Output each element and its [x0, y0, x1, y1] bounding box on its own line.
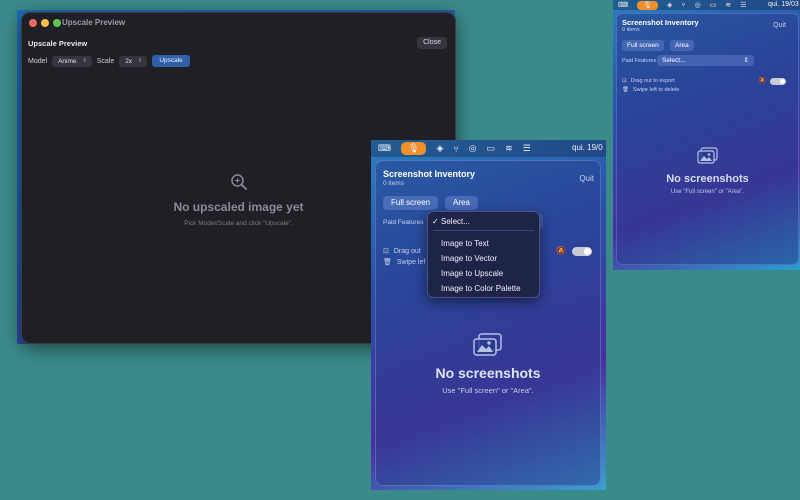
hint-swipe-text: Swipe left to delete — [632, 87, 680, 93]
quit-button[interactable]: Quit — [579, 174, 594, 183]
cube-icon[interactable]: ◈ — [436, 143, 443, 154]
hint-drag: ⊡ Drag out — [383, 247, 421, 256]
notifications-toggle[interactable] — [770, 78, 786, 85]
bell-slash-icon: 🔕 — [758, 78, 766, 84]
updown-chevron-icon: ⇕ — [743, 57, 749, 64]
trash-icon: 🗑 — [622, 87, 629, 93]
hint-swipe-text: Swipe lef — [396, 258, 426, 266]
airdrop-icon[interactable]: ◎ — [695, 1, 701, 9]
updown-chevron-icon: ⇕ — [82, 57, 87, 64]
gamepad-icon[interactable]: ⌨ — [378, 143, 391, 154]
popover-title: Screenshot Inventory — [622, 18, 699, 27]
empty-state-small: No screenshots Use "Full screen" or "Are… — [617, 147, 798, 195]
magnifier-sparkle-icon — [230, 174, 247, 190]
photos-icon — [473, 333, 502, 356]
menu-bar-icons-small: ⌨ 🎙 ◈ ⑂ ◎ ▭ ≋ ☰ — [618, 0, 746, 10]
menu-separator — [433, 230, 534, 231]
upscale-header: Upscale Preview — [28, 39, 88, 48]
menu-item-image-to-text[interactable]: Image to Text — [441, 239, 489, 248]
menu-bar-icons: ⌨ 🎙 ◈ ⑂ ◎ ▭ ≋ ☰ — [378, 140, 531, 157]
popover-title: Screenshot Inventory — [383, 169, 476, 179]
paid-features-select-value: Select... — [662, 57, 686, 64]
cube-icon[interactable]: ◈ — [667, 1, 672, 9]
empty-hint: Use "Full screen" or "Area". — [442, 386, 534, 395]
full-screen-button[interactable]: Full screen — [622, 40, 664, 51]
menu-item-image-to-color-palette[interactable]: Image to Color Palette — [441, 284, 521, 293]
control-center-icon[interactable]: ☰ — [740, 1, 746, 9]
bell-slash-icon: 🔕 — [556, 246, 566, 255]
menu-item-image-to-upscale[interactable]: Image to Upscale — [441, 269, 503, 278]
scale-label: Scale — [96, 57, 115, 65]
wifi-icon[interactable]: ≋ — [725, 1, 731, 9]
photos-icon — [696, 147, 718, 164]
minimize-window-button[interactable] — [41, 19, 49, 27]
item-count: 0 items — [383, 180, 404, 187]
inventory-popover-small: Screenshot Inventory 0 items Quit Full s… — [616, 13, 799, 265]
menu-item-select[interactable]: Select... — [441, 217, 470, 226]
window-title: Upscale Preview — [62, 18, 126, 27]
zoom-window-button[interactable] — [53, 19, 61, 27]
model-select[interactable]: Anime ⇕ — [52, 55, 92, 67]
menu-item-image-to-vector[interactable]: Image to Vector — [441, 254, 497, 263]
model-select-value: Anime — [58, 57, 77, 65]
menu-bar-date-small[interactable]: qui. 19/03 — [768, 0, 799, 10]
trash-icon: 🗑 — [383, 259, 392, 266]
empty-hint: Use "Full screen" or "Area". — [670, 189, 745, 195]
hint-swipe: 🗑 Swipe left to delete — [622, 87, 679, 93]
model-label: Model — [28, 57, 48, 65]
full-screen-button[interactable]: Full screen — [383, 196, 439, 210]
notifications-toggle[interactable] — [572, 247, 592, 256]
updown-chevron-icon: ⇕ — [138, 57, 143, 64]
wifi-icon[interactable]: ≋ — [505, 143, 513, 154]
battery-icon[interactable]: ▭ — [710, 1, 717, 9]
close-button[interactable]: Close — [417, 37, 447, 49]
item-count: 0 items — [622, 27, 640, 33]
hint-drag-text: Drag out — [393, 247, 421, 255]
inventory-popover: Screenshot Inventory 0 items Quit Full s… — [375, 160, 601, 486]
window-titlebar[interactable]: Upscale Preview — [22, 13, 455, 33]
export-icon: ⊡ — [622, 78, 627, 84]
hint-drag: ⊡ Drag out to export — [622, 78, 675, 84]
menu-bar-date[interactable]: qui. 19/0 — [572, 143, 603, 152]
empty-title: No screenshots — [666, 173, 749, 185]
upscale-controls: Model Anime ⇕ Scale 2x ⇕ Upscale — [28, 55, 190, 67]
checkmark-icon: ✓ — [432, 217, 439, 226]
hint-swipe: 🗑 Swipe lef — [383, 258, 426, 267]
paid-features-label: Paid Features — [383, 219, 424, 226]
empty-title: No screenshots — [435, 365, 541, 381]
upscale-button[interactable]: Upscale — [152, 55, 190, 67]
scale-select-value: 2x — [125, 57, 133, 65]
scale-select[interactable]: 2x ⇕ — [119, 55, 148, 67]
hint-drag-text: Drag out to export — [630, 78, 675, 84]
area-button[interactable]: Area — [445, 196, 478, 210]
control-center-icon[interactable]: ☰ — [523, 143, 531, 154]
empty-state: No screenshots Use "Full screen" or "Are… — [376, 333, 600, 395]
quit-button[interactable]: Quit — [773, 22, 786, 29]
microphone-icon[interactable]: 🎙 — [401, 142, 427, 155]
fork-icon[interactable]: ⑂ — [453, 144, 458, 154]
paid-features-label: Paid Features — [622, 58, 657, 64]
paid-features-menu: ✓ Select... Image to Text Image to Vecto… — [427, 211, 540, 298]
export-icon: ⊡ — [383, 248, 389, 255]
gamepad-icon[interactable]: ⌨ — [618, 1, 628, 9]
airdrop-icon[interactable]: ◎ — [469, 143, 477, 154]
close-window-button[interactable] — [29, 19, 37, 27]
area-button[interactable]: Area — [670, 40, 694, 51]
fork-icon[interactable]: ⑂ — [681, 2, 685, 9]
microphone-icon[interactable]: 🎙 — [637, 0, 658, 10]
battery-icon[interactable]: ▭ — [487, 143, 496, 154]
paid-features-select[interactable]: Select... ⇕ — [657, 55, 754, 66]
